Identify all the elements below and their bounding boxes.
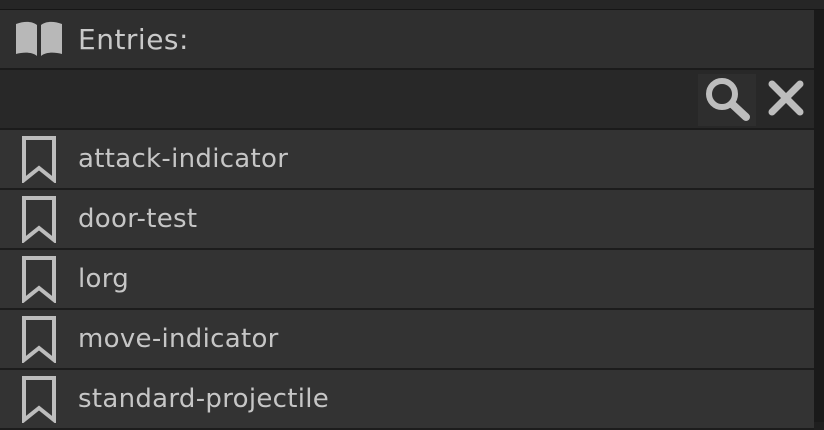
search-button[interactable] [698,74,756,126]
bookmark-icon [20,254,58,304]
panel-header: Entries: [0,10,814,70]
bookmark-icon [20,134,58,184]
list-item-label: move-indicator [78,324,279,354]
list-item[interactable]: move-indicator [0,310,814,370]
clear-search-button[interactable] [760,74,812,126]
list-item[interactable]: door-test [0,190,814,250]
bookmark-icon [20,314,58,364]
book-icon [14,20,64,58]
list-item-label: standard-projectile [78,384,330,414]
panel-title: Entries: [78,22,189,56]
search-input[interactable] [0,70,694,128]
search-bar [0,70,814,130]
list-item-label: door-test [78,204,198,234]
list-item-label: lorg [78,264,130,294]
bookmark-icon [20,374,58,424]
top-divider [0,0,824,10]
entries-list: attack-indicator door-test lorg move-ind… [0,130,814,430]
list-item[interactable]: lorg [0,250,814,310]
scrollbar-track[interactable] [814,10,824,422]
list-item[interactable]: attack-indicator [0,130,814,190]
list-item-label: attack-indicator [78,144,289,174]
entries-panel: Entries: attack-indicator door-test lorg… [0,0,824,430]
search-icon [702,75,752,125]
bookmark-icon [20,194,58,244]
close-icon [767,79,805,121]
list-item[interactable]: standard-projectile [0,370,814,430]
